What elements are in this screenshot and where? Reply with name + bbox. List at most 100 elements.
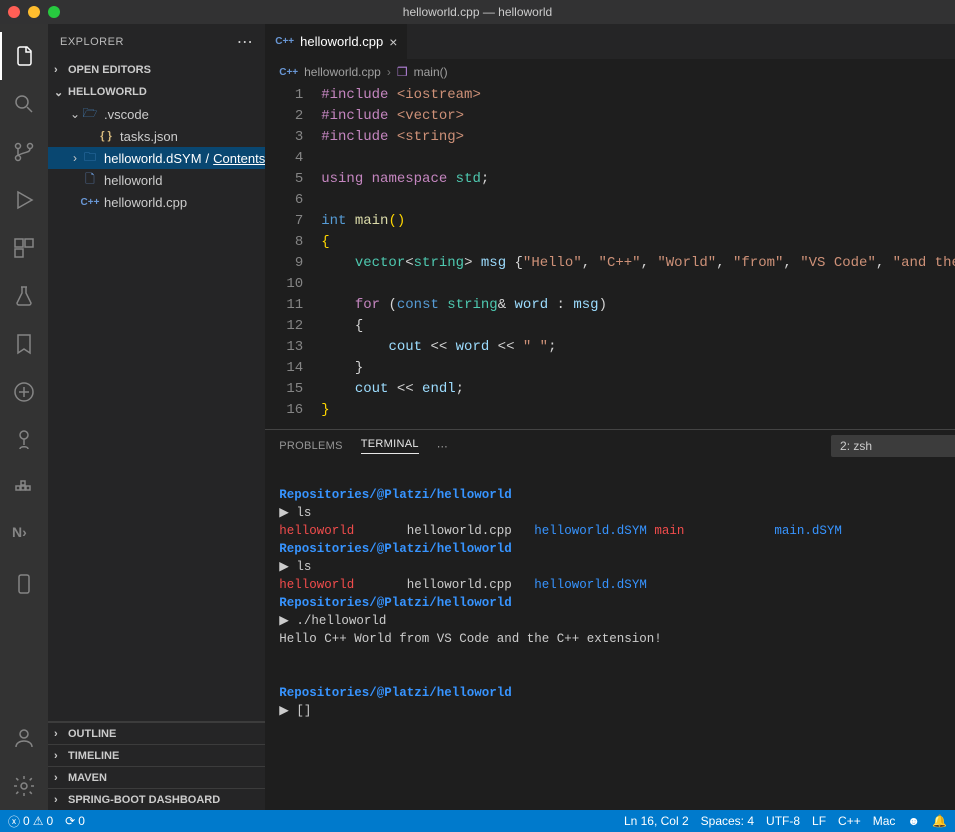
device-icon xyxy=(12,572,36,596)
debug-activity[interactable] xyxy=(0,176,48,224)
run-icon xyxy=(12,188,36,212)
chevron-right-icon: › xyxy=(54,750,68,762)
terminal-output[interactable]: Repositories/@Platzi/helloworld ▶ ls hel… xyxy=(265,462,955,810)
testing-activity[interactable] xyxy=(0,272,48,320)
status-indent[interactable]: Spaces: 4 xyxy=(701,814,754,828)
breadcrumb-file[interactable]: helloworld.cpp xyxy=(304,65,381,79)
workspace-label: HELLOWORLD xyxy=(68,86,147,98)
nx-activity[interactable]: N› xyxy=(0,512,48,560)
panel-more-icon[interactable]: ⋯ xyxy=(437,440,448,453)
tree-file-helloworld-bin[interactable]: 🗋 helloworld xyxy=(48,169,265,191)
folder-icon: 🗀 xyxy=(82,150,98,166)
search-icon xyxy=(12,92,36,116)
file-tree: ⌄ 🗁 .vscode { } tasks.json › 🗀 helloworl… xyxy=(48,103,265,213)
tree-file-helloworld-cpp[interactable]: C++ helloworld.cpp xyxy=(48,191,265,213)
git-graph-activity[interactable] xyxy=(0,368,48,416)
close-window[interactable] xyxy=(8,6,20,18)
bookmark-icon xyxy=(12,332,36,356)
tree-label-contents: Contents xyxy=(213,151,265,166)
device-activity[interactable] xyxy=(0,560,48,608)
explorer-activity[interactable] xyxy=(0,32,48,80)
tree-icon xyxy=(12,428,36,452)
tree-label: helloworld.dSYM xyxy=(104,151,202,166)
path-sep: / xyxy=(206,151,210,166)
tree-label: helloworld xyxy=(104,173,163,188)
status-language[interactable]: C++ xyxy=(838,814,861,828)
cpp-file-icon: C++ xyxy=(82,194,98,210)
flask-icon xyxy=(12,284,36,308)
tree-folder-dsym[interactable]: › 🗀 helloworld.dSYM / Contents xyxy=(48,147,265,169)
tree-label: tasks.json xyxy=(120,129,178,144)
timeline-label: TIMELINE xyxy=(68,750,119,762)
cpp-file-icon: C++ xyxy=(279,67,298,78)
file-icon: 🗋 xyxy=(82,172,98,188)
tree-label: helloworld.cpp xyxy=(104,195,187,210)
line-numbers: 12345678910111213141516 xyxy=(265,85,321,429)
explorer-more-icon[interactable]: ⋯ xyxy=(237,32,254,52)
status-cursor[interactable]: Ln 16, Col 2 xyxy=(624,814,689,828)
chevron-right-icon: › xyxy=(54,64,68,76)
open-editors-label: OPEN EDITORS xyxy=(68,64,151,76)
outline-section[interactable]: › OUTLINE xyxy=(48,722,265,744)
maven-label: MAVEN xyxy=(68,772,107,784)
springboot-section[interactable]: › SPRING-BOOT DASHBOARD xyxy=(48,788,265,810)
workspace-section[interactable]: ⌄ HELLOWORLD xyxy=(48,81,265,103)
timeline-section[interactable]: › TIMELINE xyxy=(48,744,265,766)
git-graph-icon xyxy=(12,380,36,404)
search-activity[interactable] xyxy=(0,80,48,128)
minimize-window[interactable] xyxy=(28,6,40,18)
status-feedback-icon[interactable]: ☻ xyxy=(907,814,920,828)
files-icon xyxy=(12,44,36,68)
person-icon xyxy=(12,726,36,750)
terminal-tab[interactable]: TERMINAL xyxy=(361,438,419,454)
chevron-right-icon: › xyxy=(54,772,68,784)
title-bar: helloworld.cpp — helloworld xyxy=(0,0,955,24)
status-os[interactable]: Mac xyxy=(873,814,896,828)
branch-icon xyxy=(12,140,36,164)
tree-activity[interactable] xyxy=(0,416,48,464)
activity-bar: N› xyxy=(0,24,48,810)
status-encoding[interactable]: UTF-8 xyxy=(766,814,800,828)
breadcrumb-symbol[interactable]: main() xyxy=(414,65,448,79)
chevron-right-icon: › xyxy=(54,794,68,806)
status-sync[interactable]: ⟳ 0 xyxy=(65,814,85,828)
window-title: helloworld.cpp — helloworld xyxy=(0,5,955,19)
terminal-select-label: 2: zsh xyxy=(840,439,872,453)
json-file-icon: { } xyxy=(98,128,114,144)
breadcrumb[interactable]: C++ helloworld.cpp › ❒ main() xyxy=(265,59,955,85)
tree-folder-vscode[interactable]: ⌄ 🗁 .vscode xyxy=(48,103,265,125)
chevron-right-icon: › xyxy=(54,728,68,740)
bookmarks-activity[interactable] xyxy=(0,320,48,368)
settings-activity[interactable] xyxy=(0,762,48,810)
symbol-method-icon: ❒ xyxy=(397,65,408,79)
maximize-window[interactable] xyxy=(48,6,60,18)
tree-file-tasks-json[interactable]: { } tasks.json xyxy=(48,125,265,147)
code-content[interactable]: #include <iostream>#include <vector>#inc… xyxy=(321,85,955,429)
explorer-title: EXPLORER xyxy=(60,36,124,48)
explorer-sidebar: EXPLORER ⋯ › OPEN EDITORS ⌄ HELLOWORLD ⌄… xyxy=(48,24,265,810)
problems-tab[interactable]: PROBLEMS xyxy=(279,440,343,452)
chevron-down-icon: ⌄ xyxy=(68,107,82,121)
docker-icon xyxy=(12,476,36,500)
chevron-right-icon: › xyxy=(68,151,82,165)
editor-tab-bar: C++ helloworld.cpp × ⋯ xyxy=(265,24,955,59)
extensions-activity[interactable] xyxy=(0,224,48,272)
terminal-select[interactable]: 2: zsh ⌄ xyxy=(831,435,955,457)
scm-activity[interactable] xyxy=(0,128,48,176)
chevron-down-icon: ⌄ xyxy=(54,86,68,99)
tree-label: .vscode xyxy=(104,107,149,122)
editor-tab-helloworld[interactable]: C++ helloworld.cpp × xyxy=(265,24,408,59)
outline-label: OUTLINE xyxy=(68,728,116,740)
code-editor[interactable]: 12345678910111213141516 #include <iostre… xyxy=(265,85,955,429)
docker-activity[interactable] xyxy=(0,464,48,512)
close-tab-icon[interactable]: × xyxy=(389,34,397,50)
chevron-right-icon: › xyxy=(387,65,391,79)
springboot-label: SPRING-BOOT DASHBOARD xyxy=(68,794,220,806)
status-errors[interactable]: ⓧ 0 ⚠ 0 xyxy=(8,813,53,830)
accounts-activity[interactable] xyxy=(0,714,48,762)
status-eol[interactable]: LF xyxy=(812,814,826,828)
status-bell-icon[interactable]: 🔔 xyxy=(932,814,947,828)
open-editors-section[interactable]: › OPEN EDITORS xyxy=(48,59,265,81)
maven-section[interactable]: › MAVEN xyxy=(48,766,265,788)
tab-label: helloworld.cpp xyxy=(300,34,383,49)
